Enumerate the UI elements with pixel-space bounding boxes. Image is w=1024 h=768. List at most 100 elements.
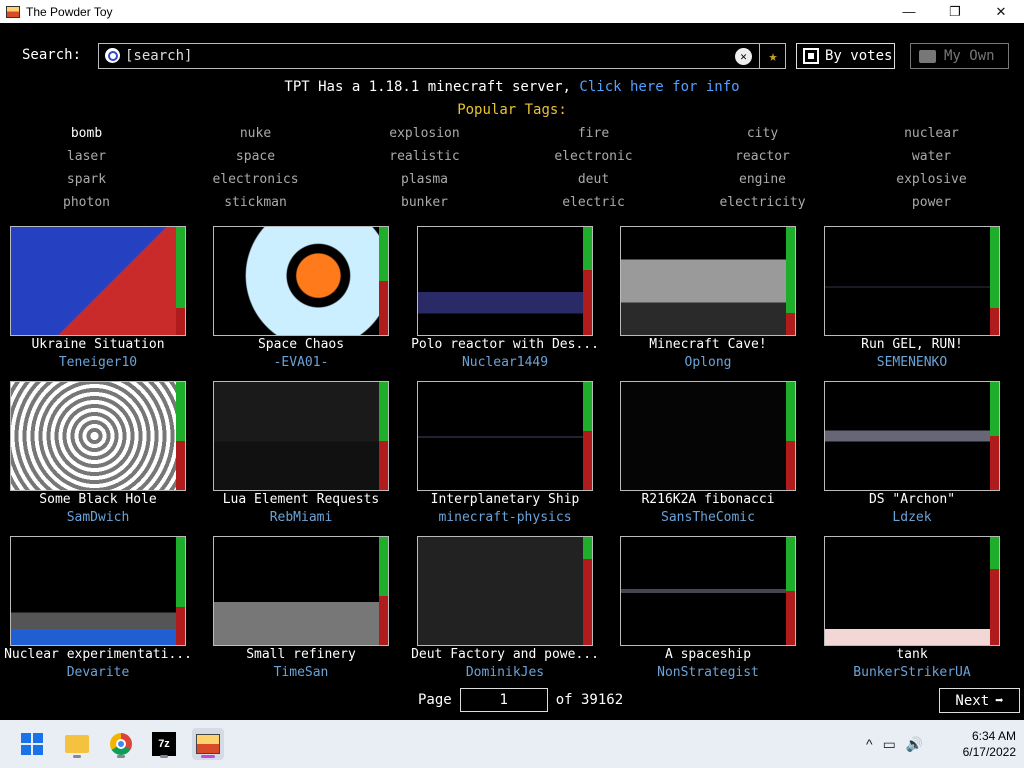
tag-link[interactable]: laser [2,149,171,172]
save-card[interactable]: Small refinery TimeSan [203,536,393,686]
tag-link[interactable]: fire [509,126,678,149]
save-title[interactable]: Space Chaos [203,337,399,352]
save-title[interactable]: Deut Factory and powe... [407,647,603,662]
next-page-button[interactable]: Next ➡ [939,688,1020,713]
tag-link[interactable]: electric [509,195,678,218]
save-author[interactable]: Teneiger10 [0,355,196,370]
save-title[interactable]: Minecraft Cave! [610,337,806,352]
network-icon[interactable]: ▭ [883,736,896,753]
volume-icon[interactable]: 🔊 [906,736,923,753]
save-title[interactable]: Interplanetary Ship [407,492,603,507]
sort-by-votes-button[interactable]: By votes [796,43,895,69]
tag-link[interactable]: engine [678,172,847,195]
save-title[interactable]: tank [814,647,1010,662]
tag-link[interactable]: bunker [340,195,509,218]
save-author[interactable]: NonStrategist [610,665,806,680]
tag-link[interactable]: explosion [340,126,509,149]
search-input[interactable] [125,47,725,65]
save-thumbnail[interactable] [213,381,389,491]
save-card[interactable]: Deut Factory and powe... DominikJes [407,536,599,686]
tag-link[interactable]: photon [2,195,171,218]
windows-start-icon[interactable] [16,728,48,760]
clear-search-button[interactable]: ✕ [735,48,752,65]
save-card[interactable]: Run GEL, RUN! SEMENENKO [814,226,1004,376]
save-thumbnail[interactable] [417,536,593,646]
save-card[interactable]: Space Chaos -EVA01- [203,226,393,376]
powder-toy-icon[interactable] [192,728,224,760]
save-card[interactable]: Nuclear experimentati... Devarite [0,536,192,686]
tag-link[interactable]: space [171,149,340,172]
tag-link[interactable]: electronic [509,149,678,172]
save-card[interactable]: A spaceship NonStrategist [610,536,800,686]
save-card[interactable]: Some Black Hole SamDwich [0,381,190,531]
save-author[interactable]: SamDwich [0,510,196,525]
tag-link[interactable]: plasma [340,172,509,195]
save-title[interactable]: Polo reactor with Des... [407,337,603,352]
my-own-button[interactable]: My Own [910,43,1009,69]
save-card[interactable]: Ukraine Situation Teneiger10 [0,226,190,376]
save-card[interactable]: R216K2A fibonacci SansTheComic [610,381,800,531]
taskbar-clock[interactable]: 6:34 AM 6/17/2022 [950,728,1016,760]
favorite-star-button[interactable]: ★ [759,44,786,68]
save-thumbnail[interactable] [213,226,389,336]
save-author[interactable]: Ldzek [814,510,1010,525]
save-author[interactable]: Devarite [0,665,196,680]
save-thumbnail[interactable] [824,536,1000,646]
tag-link[interactable]: bomb [2,126,171,149]
save-card[interactable]: Minecraft Cave! Oplong [610,226,800,376]
save-author[interactable]: TimeSan [203,665,399,680]
tag-link[interactable]: power [847,195,1016,218]
7zip-icon[interactable]: 7z [148,728,180,760]
tag-link[interactable]: realistic [340,149,509,172]
tag-link[interactable]: city [678,126,847,149]
save-card[interactable]: Interplanetary Ship minecraft-physics [407,381,597,531]
save-thumbnail[interactable] [824,226,1000,336]
save-author[interactable]: Oplong [610,355,806,370]
page-number-input[interactable] [459,688,548,712]
save-title[interactable]: A spaceship [610,647,806,662]
save-title[interactable]: Some Black Hole [0,492,196,507]
save-thumbnail[interactable] [824,381,1000,491]
save-thumbnail[interactable] [10,226,186,336]
save-card[interactable]: DS "Archon" Ldzek [814,381,1004,531]
tag-link[interactable]: electricity [678,195,847,218]
tag-link[interactable]: nuclear [847,126,1016,149]
save-title[interactable]: Small refinery [203,647,399,662]
save-thumbnail[interactable] [417,381,593,491]
save-title[interactable]: DS "Archon" [814,492,1010,507]
tag-link[interactable]: explosive [847,172,1016,195]
save-thumbnail[interactable] [213,536,389,646]
save-thumbnail[interactable] [620,226,796,336]
maximize-button[interactable]: ❐ [932,0,978,23]
tag-link[interactable]: stickman [171,195,340,218]
save-thumbnail[interactable] [620,381,796,491]
save-thumbnail[interactable] [10,536,186,646]
tag-link[interactable]: nuke [171,126,340,149]
save-card[interactable]: Lua Element Requests RebMiami [203,381,393,531]
save-author[interactable]: -EVA01- [203,355,399,370]
save-author[interactable]: SansTheComic [610,510,806,525]
file-explorer-icon[interactable] [61,728,93,760]
motd-link[interactable]: Click here for info [579,79,739,95]
save-thumbnail[interactable] [620,536,796,646]
chrome-icon[interactable] [105,728,137,760]
tag-link[interactable]: spark [2,172,171,195]
tag-link[interactable]: water [847,149,1016,172]
save-title[interactable]: R216K2A fibonacci [610,492,806,507]
save-author[interactable]: Nuclear1449 [407,355,603,370]
save-author[interactable]: SEMENENKO [814,355,1010,370]
save-author[interactable]: RebMiami [203,510,399,525]
save-card[interactable]: Polo reactor with Des... Nuclear1449 [407,226,599,376]
save-card[interactable]: tank BunkerStrikerUA [814,536,1004,686]
tray-chevron-icon[interactable]: ^ [866,736,873,752]
save-title[interactable]: Ukraine Situation [0,337,196,352]
tag-link[interactable]: reactor [678,149,847,172]
tag-link[interactable]: deut [509,172,678,195]
save-thumbnail[interactable] [10,381,186,491]
save-title[interactable]: Lua Element Requests [203,492,399,507]
minimize-button[interactable]: — [886,0,932,23]
save-author[interactable]: minecraft-physics [407,510,603,525]
close-button[interactable]: ✕ [978,0,1024,23]
tag-link[interactable]: electronics [171,172,340,195]
save-author[interactable]: BunkerStrikerUA [814,665,1010,680]
